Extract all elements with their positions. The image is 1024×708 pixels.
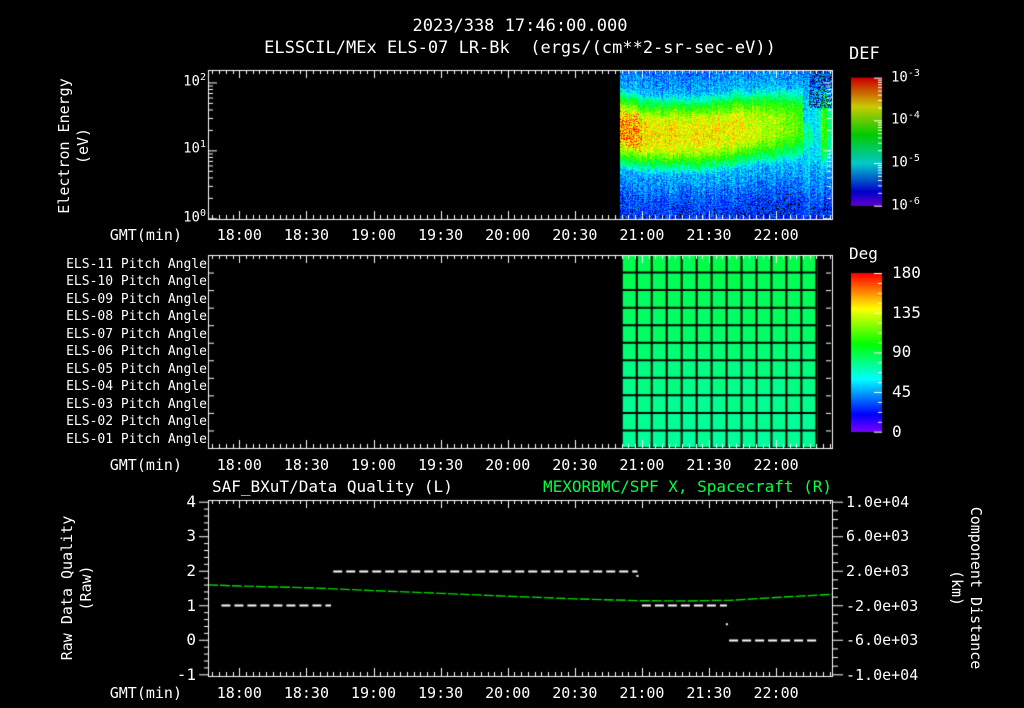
flux-tick-label-exponent: -5	[907, 153, 920, 165]
quality-tick-label: -1	[176, 665, 196, 684]
x-tick-label-bottom: 21:30	[686, 684, 732, 702]
x-tick-label-top: 18:00	[216, 226, 262, 244]
energy-tick-label: 102	[160, 72, 206, 90]
x-tick-label-middle: 19:00	[350, 456, 397, 474]
gmt-axis-label-bottom: GMT(min)	[109, 684, 182, 702]
deg-tick-label: 135	[892, 302, 921, 322]
x-tick-label-bottom: 20:30	[552, 684, 598, 702]
els-row-label: ELS-02 Pitch Angle	[66, 414, 207, 430]
x-tick-label-bottom: 18:30	[283, 684, 329, 702]
els-row-label: ELS-10 Pitch Angle	[66, 274, 207, 290]
x-tick-label-top: 19:30	[418, 226, 464, 244]
flux-tick-label: 10-6	[891, 196, 953, 214]
component-distance-axis-label-line1: Component Distance	[967, 506, 985, 670]
energy-tick-label-base: 10	[183, 140, 200, 157]
distance-tick-label: -6.0e+03	[846, 631, 919, 650]
flux-tick-label-base: 10	[891, 112, 908, 129]
energy-tick-label: 101	[160, 139, 206, 157]
x-tick-label-middle: 20:00	[485, 456, 531, 474]
distance-tick-label: 2.0e+03	[846, 562, 910, 581]
els-row-label: ELS-04 Pitch Angle	[66, 379, 207, 395]
deg-tick-label: 0	[892, 421, 902, 441]
energy-tick-label-exponent: 0	[199, 208, 206, 220]
raw-quality-axis-label-line1: Raw Data Quality	[58, 515, 76, 661]
electron-energy-axis-label: Electron Energy (eV)	[55, 0, 93, 296]
electron-energy-spectrogram	[0, 69, 1024, 221]
def-colorbar-title: DEF	[849, 44, 880, 64]
distance-tick-label: 1.0e+04	[846, 492, 910, 511]
flux-tick-label-base: 10	[891, 154, 908, 171]
energy-tick-label-base: 10	[183, 73, 200, 90]
els-row-label: ELS-05 Pitch Angle	[66, 361, 207, 377]
gmt-axis-label-top: GMT(min)	[109, 226, 182, 244]
quality-tick-label: 1	[186, 595, 196, 615]
x-tick-label-top: 18:30	[283, 226, 329, 244]
flux-tick-label-exponent: -6	[907, 195, 920, 207]
x-tick-label-bottom: 19:00	[350, 684, 397, 702]
x-tick-label-middle: 18:00	[216, 456, 262, 474]
els-row-label: ELS-11 Pitch Angle	[66, 256, 207, 272]
quality-tick-label: 2	[186, 561, 196, 581]
deg-tick-label: 180	[892, 263, 921, 282]
x-tick-label-bottom: 18:00	[216, 684, 262, 702]
flux-tick-label: 10-3	[891, 68, 953, 86]
energy-tick-label-exponent: 1	[199, 139, 206, 150]
els-row-label: ELS-08 Pitch Angle	[66, 309, 207, 325]
component-distance-axis-label-unit: (km)	[948, 569, 966, 607]
x-tick-label-middle: 21:30	[686, 456, 732, 474]
x-tick-label-top: 22:00	[753, 226, 799, 244]
x-tick-label-top: 21:30	[686, 226, 732, 244]
gmt-axis-label-middle: GMT(min)	[109, 456, 182, 474]
energy-tick-label-exponent: 2	[199, 71, 206, 83]
component-distance-axis-label: Component Distance (km)	[947, 438, 985, 708]
plot-title: ELSSCIL/MEx ELS-07 LR-Bk (ergs/(cm**2-sr…	[264, 38, 776, 58]
els-row-label: ELS-01 Pitch Angle	[66, 431, 207, 447]
x-tick-label-middle: 20:30	[552, 456, 598, 474]
quality-tick-label: 4	[186, 491, 196, 511]
raw-quality-axis-label: Raw Data Quality (Raw)	[58, 438, 96, 708]
distance-tick-label: -1.0e+04	[846, 666, 919, 684]
x-tick-label-bottom: 20:00	[485, 684, 531, 702]
x-tick-label-bottom: 21:00	[619, 684, 665, 702]
x-tick-label-top: 19:00	[350, 226, 397, 244]
datetime-title: 2023/338 17:46:00.000	[412, 16, 628, 36]
flux-tick-label-base: 10	[891, 197, 908, 214]
plot-screen: 2023/338 17:46:00.000 ELSSCIL/MEx ELS-07…	[0, 0, 1024, 708]
flux-tick-label-exponent: -3	[907, 67, 920, 79]
x-tick-label-middle: 22:00	[753, 456, 799, 474]
els-row-label: ELS-09 Pitch Angle	[66, 291, 207, 307]
quality-distance-plot	[0, 499, 1024, 679]
deg-tick-label: 90	[892, 342, 912, 362]
flux-tick-label: 10-4	[891, 110, 953, 128]
x-tick-label-bottom: 19:30	[418, 684, 464, 702]
flux-tick-label-base: 10	[891, 69, 908, 86]
x-tick-label-top: 20:00	[485, 226, 531, 244]
els-row-label: ELS-07 Pitch Angle	[66, 326, 207, 342]
flux-tick-label: 10-5	[891, 153, 953, 171]
energy-tick-label-base: 10	[183, 209, 200, 226]
quality-tick-label: 3	[186, 526, 196, 546]
distance-tick-label: 6.0e+03	[846, 527, 910, 546]
electron-energy-axis-label-unit: (eV)	[74, 127, 92, 165]
els-row-label: ELS-06 Pitch Angle	[66, 344, 207, 360]
x-tick-label-middle: 19:30	[418, 456, 464, 474]
raw-quality-axis-label-unit: (Raw)	[77, 565, 95, 611]
els-row-label: ELS-03 Pitch Angle	[66, 396, 207, 412]
flux-tick-label-exponent: -4	[907, 110, 920, 122]
x-tick-label-bottom: 22:00	[753, 684, 799, 702]
quality-tick-label: 0	[186, 630, 196, 650]
x-tick-label-top: 21:00	[619, 226, 665, 244]
quality-series-title: SAF_BXuT/Data Quality (L)	[212, 477, 453, 496]
deg-colorbar-title: Deg	[849, 244, 878, 263]
x-tick-label-top: 20:30	[552, 226, 598, 244]
electron-energy-axis-label-line1: Electron Energy	[55, 78, 73, 214]
spacecraft-series-title: MEXORBMC/SPF X, Spacecraft (R)	[543, 477, 832, 496]
x-tick-label-middle: 18:30	[283, 456, 329, 474]
energy-tick-label: 100	[160, 208, 206, 226]
x-tick-label-middle: 21:00	[619, 456, 665, 474]
deg-tick-label: 45	[892, 382, 912, 401]
distance-tick-label: -2.0e+03	[846, 596, 919, 615]
